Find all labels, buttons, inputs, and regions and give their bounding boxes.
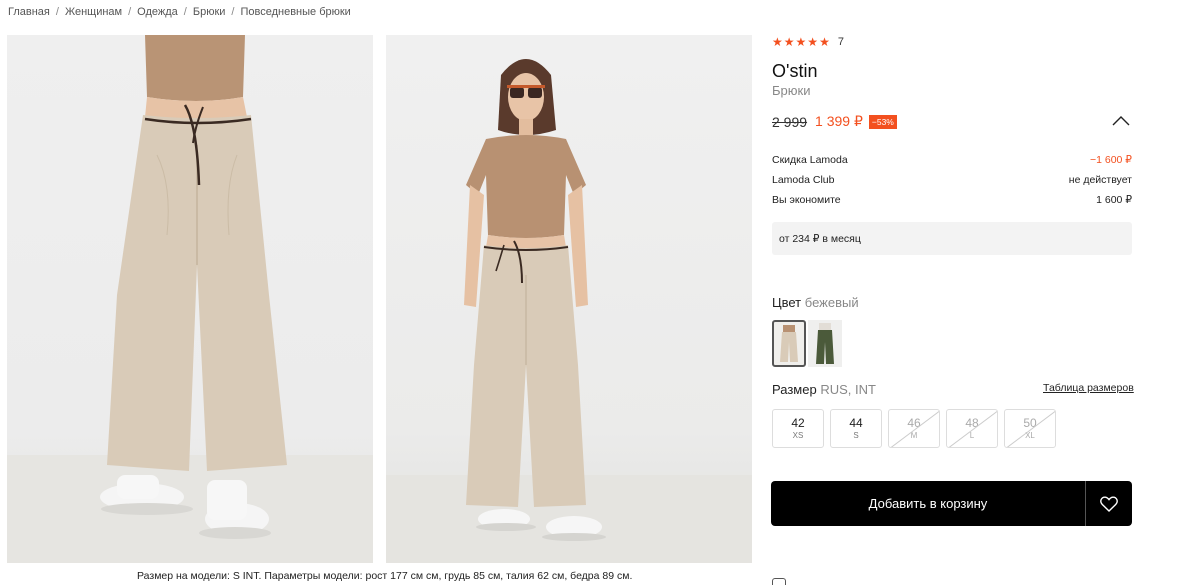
size-option-42[interactable]: 42 XS	[772, 409, 824, 448]
star-icon: ★	[819, 35, 830, 49]
product-category: Брюки	[772, 83, 811, 98]
discount-badge: −53%	[868, 114, 897, 129]
color-swatch-green[interactable]	[808, 320, 842, 367]
breadcrumb: Главная / Женщинам / Одежда / Брюки / По…	[8, 6, 351, 18]
detail-row-savings: Вы экономите 1 600 ₽	[772, 190, 1132, 210]
color-label: Цвет бежевый	[772, 295, 859, 310]
detail-label: Скидка Lamoda	[772, 154, 848, 166]
favorite-button[interactable]	[1086, 481, 1132, 526]
heart-icon	[1100, 495, 1118, 512]
unavailable-strike-icon	[948, 410, 997, 447]
delivery-icon	[772, 578, 786, 585]
price-row: 2 999 1 399 ₽ −53%	[772, 113, 897, 130]
breadcrumb-separator: /	[231, 6, 235, 18]
size-option-44[interactable]: 44 S	[830, 409, 882, 448]
star-icon: ★	[783, 35, 795, 49]
breadcrumb-casual-trousers[interactable]: Повседневные брюки	[240, 6, 350, 18]
star-icon: ★	[795, 35, 807, 49]
size-int: XS	[792, 431, 804, 440]
size-option-50[interactable]: 50 XL	[1004, 409, 1056, 448]
detail-label: Вы экономите	[772, 194, 841, 206]
detail-value: 1 600 ₽	[1096, 194, 1132, 206]
breadcrumb-women[interactable]: Женщинам	[65, 6, 122, 18]
size-option-46[interactable]: 46 M	[888, 409, 940, 448]
add-to-cart-button[interactable]: Добавить в корзину	[771, 481, 1085, 526]
product-rating[interactable]: ★ ★ ★ ★ ★ 7	[772, 35, 844, 49]
breadcrumb-home[interactable]: Главная	[8, 6, 50, 18]
size-selector: 42 XS 44 S 46 M 48 L 50 XL	[772, 409, 1056, 448]
breadcrumb-separator: /	[128, 6, 132, 18]
breadcrumb-trousers[interactable]: Брюки	[193, 6, 226, 18]
cart-actions: Добавить в корзину	[771, 481, 1132, 526]
size-option-48[interactable]: 48 L	[946, 409, 998, 448]
size-int: S	[853, 431, 859, 440]
model-lower-body-illustration	[7, 35, 373, 563]
detail-row-discount: Скидка Lamoda −1 600 ₽	[772, 150, 1132, 170]
size-table-link[interactable]: Таблица размеров	[1043, 382, 1134, 394]
detail-value: не действует	[1068, 174, 1132, 186]
product-photo-2[interactable]	[386, 35, 752, 563]
size-system: RUS, INT	[820, 382, 876, 397]
breadcrumb-separator: /	[183, 6, 187, 18]
installment-offer[interactable]: от 234 ₽ в месяц	[772, 222, 1132, 255]
color-label-text: Цвет	[772, 295, 802, 310]
detail-row-club: Lamoda Club не действует	[772, 170, 1132, 190]
unavailable-strike-icon	[890, 410, 939, 447]
detail-value: −1 600 ₽	[1089, 154, 1132, 166]
model-full-body-illustration	[386, 59, 752, 563]
unavailable-strike-icon	[1006, 410, 1055, 447]
breadcrumb-separator: /	[55, 6, 59, 18]
product-brand[interactable]: O'stin	[772, 61, 817, 82]
star-icon: ★	[807, 35, 819, 49]
size-number: 44	[849, 416, 863, 430]
swatch-beige-thumbnail	[780, 325, 798, 362]
model-size-caption: Размер на модели: S INT. Параметры модел…	[137, 570, 633, 582]
detail-label: Lamoda Club	[772, 174, 835, 186]
size-label-text: Размер	[772, 382, 817, 397]
product-photo-1[interactable]	[7, 35, 373, 563]
color-value: бежевый	[804, 295, 859, 310]
color-swatch-beige[interactable]	[772, 320, 806, 367]
size-label: Размер RUS, INT	[772, 382, 876, 397]
star-icon: ★	[772, 35, 783, 49]
rating-count[interactable]: 7	[838, 36, 844, 48]
price-details: Скидка Lamoda −1 600 ₽ Lamoda Club не де…	[772, 150, 1132, 210]
chevron-up-icon[interactable]	[1112, 116, 1130, 126]
old-price: 2 999	[772, 113, 808, 130]
new-price: 1 399 ₽	[815, 113, 863, 129]
swatch-green-thumbnail	[816, 323, 834, 364]
rating-stars: ★ ★ ★ ★ ★	[772, 35, 830, 49]
breadcrumb-clothing[interactable]: Одежда	[137, 6, 178, 18]
size-number: 42	[791, 416, 805, 430]
